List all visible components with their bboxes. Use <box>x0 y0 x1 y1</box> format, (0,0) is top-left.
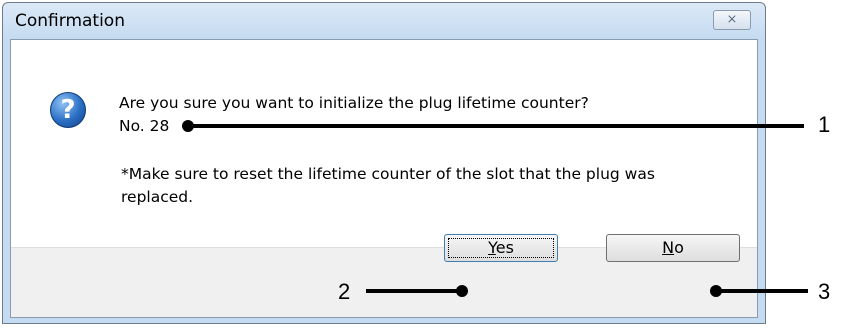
message-area: ? Are you sure you want to initialize th… <box>11 40 757 247</box>
yes-button[interactable]: Yes <box>444 234 558 262</box>
callout-3-label: 3 <box>818 279 831 304</box>
callout-1-label: 1 <box>818 112 831 137</box>
title-bar[interactable]: Confirmation ⨯ <box>3 3 765 39</box>
no-label: o <box>674 238 684 257</box>
message-line-2: No. 28 <box>119 117 170 135</box>
dialog-body: ? Are you sure you want to initialize th… <box>10 39 758 318</box>
note-line-1: *Make sure to reset the lifetime counter… <box>121 165 655 183</box>
no-button[interactable]: No <box>606 234 740 262</box>
close-icon: ⨯ <box>726 12 738 27</box>
note-line-2: replaced. <box>121 188 194 206</box>
question-icon: ? <box>50 92 86 128</box>
callout-2-line <box>366 289 462 293</box>
callout-2-label: 2 <box>338 279 351 304</box>
callout-2-dot <box>456 285 468 297</box>
dialog-title: Confirmation <box>15 11 125 31</box>
no-hotkey: N <box>662 238 675 257</box>
callout-3-line <box>716 289 808 293</box>
callout-1-line <box>188 124 804 128</box>
question-glyph: ? <box>60 95 76 125</box>
close-button[interactable]: ⨯ <box>713 10 751 30</box>
message-line-1: Are you sure you want to initialize the … <box>119 94 589 112</box>
confirmation-dialog: Confirmation ⨯ ? Are you sure you want t… <box>2 2 766 324</box>
focus-rectangle <box>448 238 554 258</box>
